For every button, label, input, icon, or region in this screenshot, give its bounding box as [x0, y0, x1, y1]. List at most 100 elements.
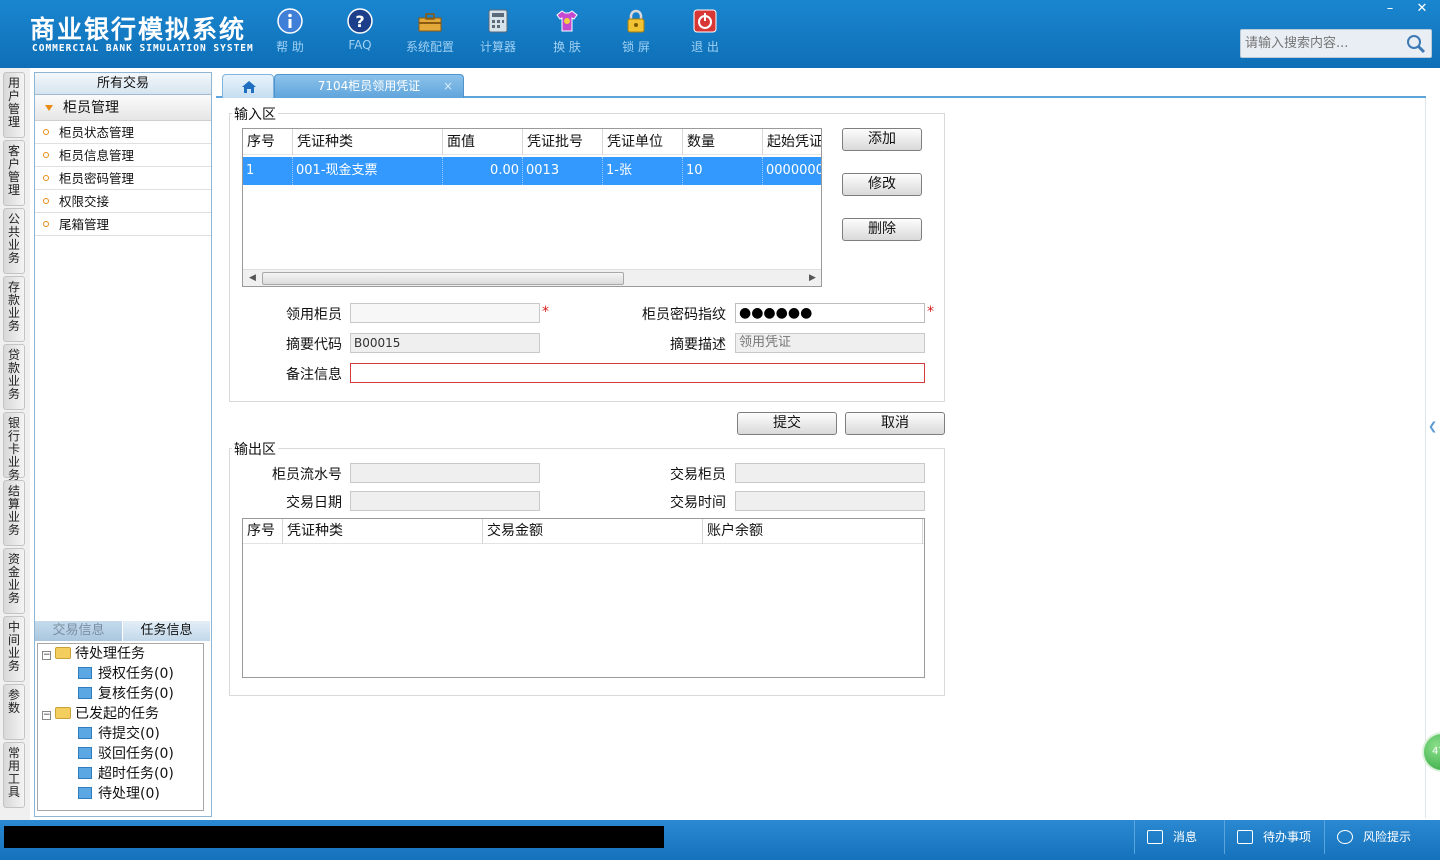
remark-field[interactable] [350, 363, 925, 383]
menu-item-label: 尾箱管理 [59, 217, 110, 232]
col-seq[interactable]: 序号 [243, 519, 283, 544]
summary-desc-field[interactable]: 领用凭证 [735, 333, 925, 353]
menu-item-teller-password[interactable]: 柜员密码管理 [35, 167, 211, 190]
all-transactions-header[interactable]: 所有交易 [35, 73, 211, 95]
cancel-button[interactable]: 取消 [845, 412, 945, 435]
tab-7104[interactable]: 7104柜员领用凭证 × [274, 74, 464, 98]
group-teller-management[interactable]: 柜员管理 [35, 95, 211, 121]
menu-item-teller-status[interactable]: 柜员状态管理 [35, 121, 211, 144]
cell-qty: 10 [683, 157, 763, 185]
shirt-icon [556, 10, 578, 32]
col-seq[interactable]: 序号 [243, 129, 293, 155]
input-area-legend: 输入区 [232, 104, 278, 124]
vtab-params[interactable]: 参数 [3, 684, 25, 740]
scroll-left-icon[interactable]: ◀ [249, 273, 256, 283]
cell-seq: 1 [243, 157, 293, 185]
vtab-funds[interactable]: 资金业务 [3, 548, 25, 614]
collapse-icon[interactable]: − [42, 711, 51, 720]
task-doc-icon [78, 667, 92, 679]
col-amount[interactable]: 交易金额 [483, 519, 703, 544]
col-start[interactable]: 起始凭证 [763, 129, 821, 155]
nav-exit[interactable]: 退 出 [675, 8, 735, 55]
module-tabs: 用户管理 客户管理 公共业务 存款业务 贷款业务 银行卡业务 结算业务 资金业务… [0, 68, 30, 820]
nav-lock[interactable]: 锁 屏 [606, 8, 666, 55]
close-icon[interactable]: × [443, 75, 453, 97]
tree-node-initiated[interactable]: − 已发起的任务 [42, 704, 159, 724]
modify-button[interactable]: 修改 [842, 173, 922, 196]
col-balance[interactable]: 账户余额 [703, 519, 923, 544]
vtab-public[interactable]: 公共业务 [3, 208, 25, 274]
cell-face: 0.00 [443, 157, 523, 185]
home-tab[interactable] [222, 74, 274, 98]
vtab-deposit[interactable]: 存款业务 [3, 276, 25, 342]
tree-node-to-process[interactable]: 待处理(0) [78, 784, 160, 804]
search-icon[interactable] [1405, 33, 1427, 55]
status-bar: 消息 待办事项 风险提示 [0, 820, 1440, 860]
col-batch[interactable]: 凭证批号 [523, 129, 603, 155]
task-doc-icon [78, 687, 92, 699]
serial-field[interactable] [350, 463, 540, 483]
vtab-intermediate[interactable]: 中间业务 [3, 616, 25, 682]
nav-help[interactable]: 帮 助 [260, 8, 320, 55]
nav-config[interactable]: 系统配置 [400, 8, 460, 55]
tab-transaction-info[interactable]: 交易信息 [35, 621, 123, 641]
search-input[interactable] [1241, 30, 1403, 57]
password-label: 柜员密码指纹 [642, 307, 726, 323]
tx-time-field[interactable] [735, 491, 925, 511]
tx-date-field[interactable] [350, 491, 540, 511]
vtab-loan[interactable]: 贷款业务 [3, 344, 25, 410]
tree-node-pending[interactable]: − 待处理任务 [42, 644, 145, 664]
status-message [4, 826, 664, 848]
menu-item-teller-info[interactable]: 柜员信息管理 [35, 144, 211, 167]
minimize-button[interactable]: – [1374, 0, 1406, 20]
col-qty[interactable]: 数量 [683, 129, 763, 155]
col-type[interactable]: 凭证种类 [283, 519, 483, 544]
toolbox-icon [418, 13, 442, 32]
vtab-tools[interactable]: 常用工具 [3, 742, 25, 808]
nav-skin[interactable]: 换 肤 [537, 8, 597, 55]
scroll-right-icon[interactable]: ▶ [809, 273, 816, 283]
add-button[interactable]: 添加 [842, 128, 922, 151]
messages-button[interactable]: 消息 [1134, 820, 1224, 854]
todo-button[interactable]: 待办事项 [1224, 820, 1324, 854]
col-type[interactable]: 凭证种类 [293, 129, 443, 155]
app-subtitle: COMMERCIAL BANK SIMULATION SYSTEM [32, 43, 254, 54]
vtab-card[interactable]: 银行卡业务 [3, 412, 25, 482]
tree-node-to-submit[interactable]: 待提交(0) [78, 724, 160, 744]
collapse-side-icon[interactable]: ❮ [1428, 420, 1440, 470]
vtab-customer[interactable]: 客户管理 [3, 140, 25, 206]
summary-code-label: 摘要代码 [286, 337, 342, 353]
col-face[interactable]: 面值 [443, 129, 523, 155]
transaction-form: 输入区 序号 凭证种类 面值 凭证批号 凭证单位 数量 起始凭证 1 001-现… [216, 98, 1426, 818]
table-row[interactable]: 1 001-现金支票 0.00 0013 1-张 10 00000000 [243, 157, 821, 185]
password-field[interactable]: ●●●●●● [735, 303, 925, 323]
risk-button[interactable]: 风险提示 [1324, 820, 1440, 854]
tree-node-timeout[interactable]: 超时任务(0) [78, 764, 174, 784]
scroll-thumb[interactable] [262, 272, 624, 285]
menu-item-label: 柜员信息管理 [59, 148, 135, 163]
tree-node-rejected[interactable]: 驳回任务(0) [78, 744, 174, 764]
menu-item-tail-box[interactable]: 尾箱管理 [35, 213, 211, 236]
teller-field[interactable] [350, 303, 540, 323]
nav-calculator[interactable]: 计算器 [468, 8, 528, 55]
tx-teller-field[interactable] [735, 463, 925, 483]
tab-task-info[interactable]: 任务信息 [123, 621, 211, 641]
tree-node-label: 待处理(0) [98, 786, 160, 802]
tree-node-auth[interactable]: 授权任务(0) [78, 664, 174, 684]
vtab-settlement[interactable]: 结算业务 [3, 480, 25, 546]
menu-item-handover[interactable]: 权限交接 [35, 190, 211, 213]
summary-code-field[interactable]: B00015 [350, 333, 540, 353]
vtab-user[interactable]: 用户管理 [3, 72, 25, 138]
horizontal-scrollbar[interactable]: ◀ ▶ [243, 269, 821, 286]
tree-node-review[interactable]: 复核任务(0) [78, 684, 174, 704]
folder-open-icon [55, 647, 71, 659]
collapse-icon[interactable]: − [42, 651, 51, 660]
col-unit[interactable]: 凭证单位 [603, 129, 683, 155]
cell-unit: 1-张 [603, 157, 683, 185]
close-window-button[interactable]: ✕ [1406, 0, 1438, 20]
delete-button[interactable]: 删除 [842, 218, 922, 241]
power-icon [693, 9, 717, 33]
submit-button[interactable]: 提交 [737, 412, 837, 435]
nav-faq[interactable]: ? FAQ [330, 8, 390, 52]
transaction-menu: 所有交易 柜员管理 柜员状态管理 柜员信息管理 柜员密码管理 权限交接 尾箱管理… [34, 72, 212, 817]
